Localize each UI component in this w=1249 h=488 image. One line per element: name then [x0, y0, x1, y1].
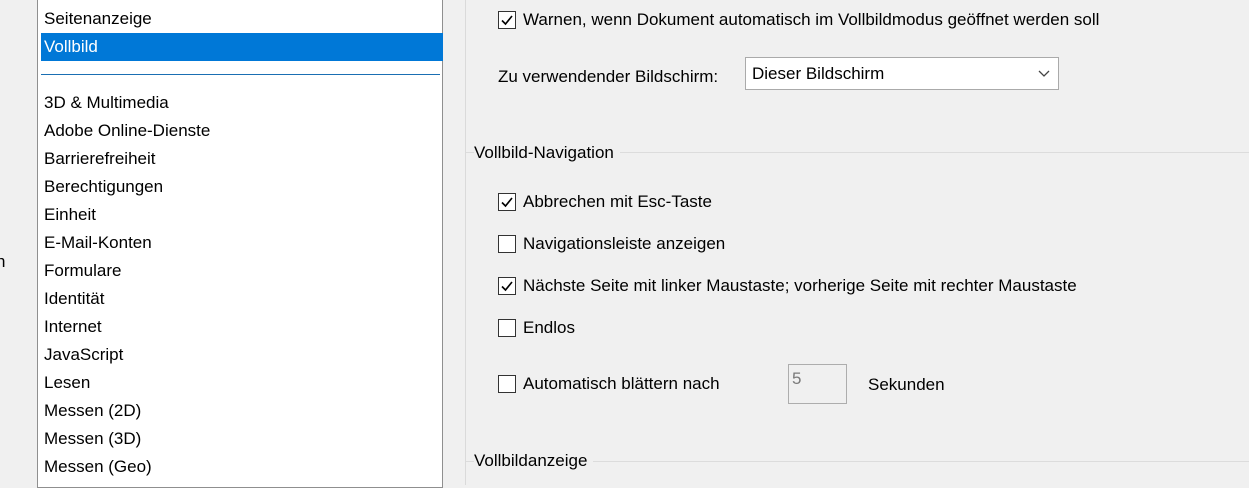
screen-select-value: Dieser Bildschirm	[752, 64, 885, 83]
list-item-barrierefreiheit[interactable]: Barrierefreiheit	[41, 145, 443, 173]
chevron-down-icon[interactable]	[1030, 59, 1057, 88]
esc-cancel-checkbox[interactable]	[498, 193, 516, 211]
autoflip-option[interactable]: Automatisch blättern nach	[498, 373, 720, 395]
category-list[interactable]: Seitenanzeige Vollbild 3D & Multimedia A…	[37, 0, 443, 488]
autoflip-checkbox[interactable]	[498, 375, 516, 393]
left-panel-clipped-text: n	[0, 252, 6, 271]
warn-fullscreen-checkbox[interactable]	[498, 11, 516, 29]
list-item-messen-3d[interactable]: Messen (3D)	[41, 425, 443, 453]
mouse-nav-option[interactable]: Nächste Seite mit linker Maustaste; vorh…	[498, 275, 1077, 297]
endless-option[interactable]: Endlos	[498, 317, 575, 339]
show-navbar-label: Navigationsleiste anzeigen	[523, 234, 726, 253]
list-item-internet[interactable]: Internet	[41, 313, 443, 341]
esc-cancel-option[interactable]: Abbrechen mit Esc-Taste	[498, 191, 712, 213]
left-panel-fragment: n	[0, 0, 37, 485]
mouse-nav-label: Nächste Seite mit linker Maustaste; vorh…	[523, 276, 1077, 295]
warn-fullscreen-option[interactable]: Warnen, wenn Dokument automatisch im Vol…	[498, 9, 1099, 31]
navigation-group-title: Vollbild-Navigation	[474, 143, 620, 163]
list-item-formulare[interactable]: Formulare	[41, 257, 443, 285]
checkmark-icon	[501, 15, 513, 26]
list-item-messen-geo[interactable]: Messen (Geo)	[41, 453, 443, 481]
list-item-seitenanzeige[interactable]: Seitenanzeige	[41, 5, 443, 33]
autoflip-unit-label: Sekunden	[868, 375, 945, 394]
checkmark-icon	[501, 197, 513, 208]
endless-label: Endlos	[523, 318, 575, 337]
show-navbar-option[interactable]: Navigationsleiste anzeigen	[498, 233, 725, 255]
autoflip-label: Automatisch blättern nach	[523, 374, 720, 393]
list-item-adobe-online-dienste[interactable]: Adobe Online-Dienste	[41, 117, 443, 145]
list-item-javascript[interactable]: JavaScript	[41, 341, 443, 369]
list-item-vollbild[interactable]: Vollbild	[41, 33, 443, 61]
mouse-nav-checkbox[interactable]	[498, 277, 516, 295]
list-item-identitaet[interactable]: Identität	[41, 285, 443, 313]
screen-select-label: Zu verwendender Bildschirm:	[498, 67, 719, 86]
autoflip-seconds-input[interactable]: 5	[788, 364, 847, 404]
warn-fullscreen-label: Warnen, wenn Dokument automatisch im Vol…	[523, 10, 1100, 29]
list-item-3d-multimedia[interactable]: 3D & Multimedia	[41, 89, 443, 117]
display-group-title: Vollbildanzeige	[474, 451, 594, 471]
show-navbar-checkbox[interactable]	[498, 235, 516, 253]
esc-cancel-label: Abbrechen mit Esc-Taste	[523, 192, 712, 211]
list-item-berechtigungen[interactable]: Berechtigungen	[41, 173, 443, 201]
checkmark-icon	[501, 281, 513, 292]
list-separator	[41, 74, 440, 75]
list-item-email-konten[interactable]: E-Mail-Konten	[41, 229, 443, 257]
list-item-messen-2d[interactable]: Messen (2D)	[41, 397, 443, 425]
list-item-einheit[interactable]: Einheit	[41, 201, 443, 229]
list-item-lesen[interactable]: Lesen	[41, 369, 443, 397]
screen-select[interactable]: Dieser Bildschirm	[745, 57, 1059, 90]
endless-checkbox[interactable]	[498, 319, 516, 337]
